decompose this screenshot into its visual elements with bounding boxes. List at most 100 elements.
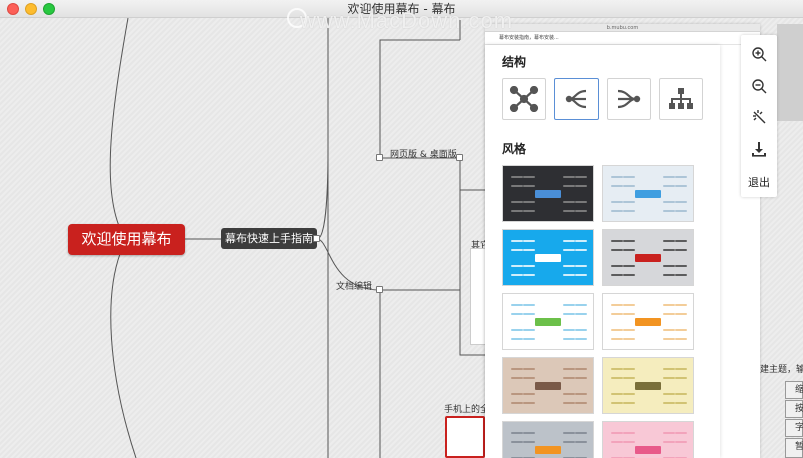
style-branch-mark <box>675 368 687 370</box>
style-branch-mark <box>623 329 635 331</box>
style-branch-mark <box>575 432 587 434</box>
style-branch-mark <box>675 249 687 251</box>
style-center-topic <box>535 446 561 454</box>
org-chart-icon <box>668 88 693 109</box>
style-branch-mark <box>611 338 623 340</box>
collapse-toggle[interactable] <box>456 154 463 161</box>
zoom-out-button[interactable] <box>750 77 768 95</box>
style-branch-mark <box>675 210 687 212</box>
style-option[interactable] <box>502 229 594 286</box>
style-branch-mark <box>563 368 575 370</box>
style-branch-mark <box>523 210 535 212</box>
structure-heading: 结构 <box>502 55 527 69</box>
style-option[interactable] <box>602 165 694 222</box>
zoom-window-button[interactable] <box>43 3 55 15</box>
style-branch-mark <box>663 377 675 379</box>
style-branch-mark <box>523 338 535 340</box>
collapse-toggle[interactable] <box>313 235 320 242</box>
style-option[interactable] <box>502 421 594 458</box>
style-center-topic <box>635 318 661 326</box>
style-branch-mark <box>575 368 587 370</box>
magic-wand-button[interactable] <box>750 108 768 126</box>
style-branch-mark <box>623 432 635 434</box>
style-branch-mark <box>511 368 523 370</box>
style-branch-mark <box>611 313 623 315</box>
style-branch-mark <box>663 402 675 404</box>
style-branch-mark <box>623 265 635 267</box>
style-branch-mark <box>611 377 623 379</box>
style-branch-mark <box>675 201 687 203</box>
style-branch-mark <box>623 313 635 315</box>
structure-mindmap-button[interactable] <box>554 78 599 120</box>
app-window: 欢迎使用幕布 - 幕布 www.MacDown.com 欢迎使用幕布 幕布快速上… <box>0 0 803 458</box>
style-branch-mark <box>675 402 687 404</box>
style-branch-mark <box>575 274 587 276</box>
zoom-in-button[interactable] <box>750 45 768 63</box>
style-branch-mark <box>611 441 623 443</box>
right-item: 缩 <box>785 381 803 399</box>
download-button[interactable] <box>750 140 768 158</box>
style-branch-mark <box>663 393 675 395</box>
style-branch-mark <box>663 304 675 306</box>
style-branch-mark <box>623 201 635 203</box>
style-branch-mark <box>675 432 687 434</box>
style-branch-mark <box>523 304 535 306</box>
phone-preview-card[interactable] <box>445 416 485 458</box>
structure-org-button[interactable] <box>658 78 703 120</box>
branch-phone-label[interactable]: 手机上的全 <box>444 402 489 415</box>
side-region <box>777 24 803 121</box>
branch-web-label[interactable]: 网页版 & 桌面版 <box>390 147 457 160</box>
style-branch-mark <box>523 329 535 331</box>
style-option[interactable] <box>602 357 694 414</box>
minimize-window-button[interactable] <box>25 3 37 15</box>
style-branch-mark <box>623 338 635 340</box>
style-branch-mark <box>611 368 623 370</box>
style-branch-mark <box>623 304 635 306</box>
style-branch-mark <box>511 338 523 340</box>
style-branch-mark <box>511 265 523 267</box>
style-center-topic <box>635 382 661 390</box>
style-option[interactable] <box>602 229 694 286</box>
style-branch-mark <box>575 176 587 178</box>
structure-radial-button[interactable] <box>502 78 547 120</box>
style-branch-mark <box>563 185 575 187</box>
style-center-topic <box>635 254 661 262</box>
style-branch-mark <box>523 176 535 178</box>
browser-tab-title: 幕布安装指南，幕布安装... <box>485 32 760 45</box>
style-branch-mark <box>563 304 575 306</box>
style-option[interactable] <box>602 293 694 350</box>
style-branch-mark <box>575 240 587 242</box>
style-branch-mark <box>523 441 535 443</box>
root-topic[interactable]: 欢迎使用幕布 <box>68 224 185 255</box>
style-branch-mark <box>563 176 575 178</box>
style-branch-mark <box>523 402 535 404</box>
style-branch-mark <box>511 432 523 434</box>
branch-doc-label[interactable]: 文档编辑 <box>336 279 372 292</box>
style-branch-mark <box>675 377 687 379</box>
style-center-topic <box>635 190 661 198</box>
mindmap-structure-icon <box>566 89 587 109</box>
exit-button[interactable]: 退出 <box>741 174 777 190</box>
style-option[interactable] <box>502 165 594 222</box>
close-window-button[interactable] <box>7 3 19 15</box>
style-option[interactable] <box>602 421 694 458</box>
collapse-toggle[interactable] <box>376 154 383 161</box>
style-branch-mark <box>623 368 635 370</box>
style-branch-mark <box>663 176 675 178</box>
style-branch-mark <box>623 240 635 242</box>
style-branch-mark <box>563 377 575 379</box>
style-branch-mark <box>523 185 535 187</box>
style-option[interactable] <box>502 293 594 350</box>
collapse-toggle[interactable] <box>376 286 383 293</box>
radial-structure-icon <box>510 86 539 112</box>
style-branch-mark <box>523 393 535 395</box>
style-center-topic <box>535 254 561 262</box>
style-branch-mark <box>675 441 687 443</box>
style-branch-mark <box>511 304 523 306</box>
structure-logic-button[interactable] <box>606 78 651 120</box>
style-option[interactable] <box>502 357 594 414</box>
style-heading: 风格 <box>502 142 527 156</box>
style-branch-mark <box>663 240 675 242</box>
style-branch-mark <box>523 249 535 251</box>
guide-topic[interactable]: 幕布快速上手指南 <box>221 228 317 249</box>
